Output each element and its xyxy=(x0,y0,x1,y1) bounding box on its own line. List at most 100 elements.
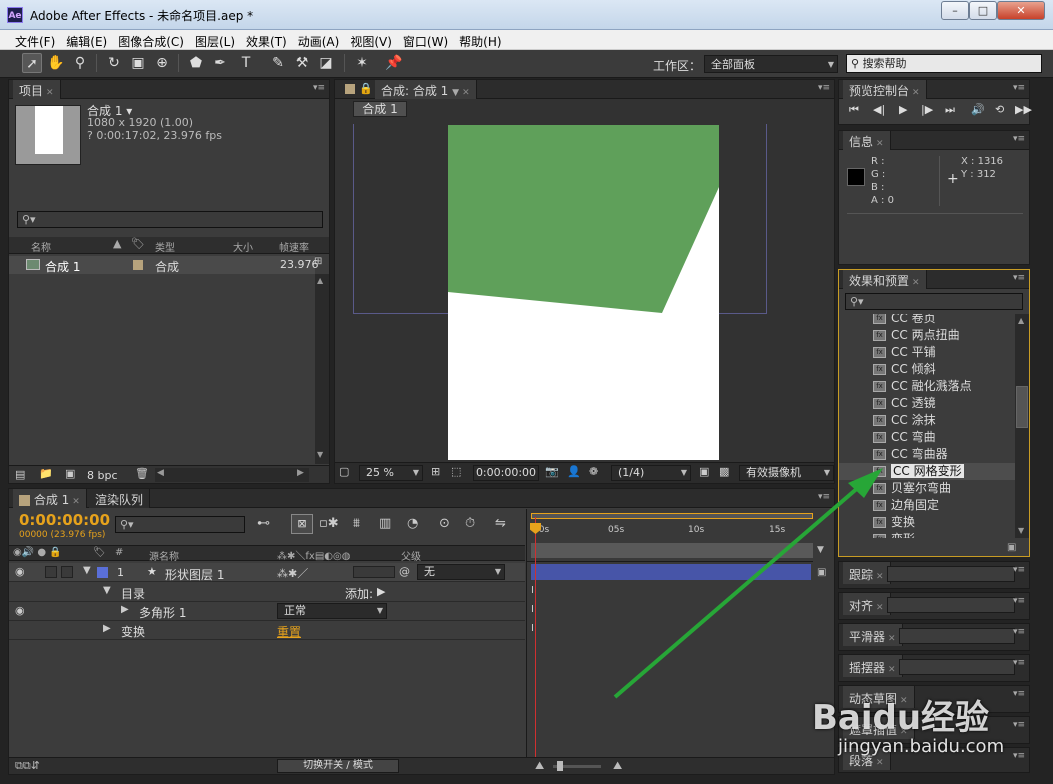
tab-project[interactable]: 项目 ✕ xyxy=(13,80,61,99)
solo-checkbox[interactable] xyxy=(45,566,57,578)
channel-icon[interactable]: ❁ xyxy=(589,465,598,478)
layer-switches-toggle-icon[interactable]: ⧉⧉⇵ xyxy=(15,759,40,773)
time-navigator[interactable] xyxy=(531,543,813,558)
tab-composition[interactable]: 合成: 合成 1 ▼ ✕ xyxy=(375,80,477,99)
brainstorm-icon[interactable]: ◔ xyxy=(407,516,418,531)
list-item[interactable]: fx CC 涂抹 xyxy=(839,412,1025,429)
safe-zones-icon[interactable]: ⊞ xyxy=(431,465,440,478)
panel-menu-icon[interactable]: ▾≡ xyxy=(313,83,325,93)
panel-menu-icon[interactable]: ▾≡ xyxy=(1013,134,1025,144)
new-preset-icon[interactable]: ▣ xyxy=(1007,542,1016,553)
maximize-button[interactable]: □ xyxy=(969,1,997,20)
comp-canvas[interactable] xyxy=(448,125,719,460)
list-item[interactable]: fx CC 卷页 xyxy=(839,314,1025,327)
scroll-down-icon[interactable]: ▼ xyxy=(317,450,323,459)
menu-file[interactable]: 文件(F) xyxy=(10,30,61,50)
brush-tool-icon[interactable]: ✎ xyxy=(268,53,288,73)
panel-menu-icon[interactable]: ▾≡ xyxy=(818,83,830,93)
list-item[interactable]: fx CC 弯曲 xyxy=(839,429,1025,446)
column-source-name[interactable]: 源名称 xyxy=(149,548,179,563)
resolution-dropdown[interactable]: (1/4) ▼ xyxy=(611,465,691,481)
panel-menu-icon[interactable]: ▾≡ xyxy=(1013,658,1025,668)
column-type[interactable]: 类型 xyxy=(155,239,175,254)
comp-timecode[interactable]: 0:00:00:00 xyxy=(473,465,539,481)
scrollbar-thumb[interactable] xyxy=(1016,386,1028,428)
lock-checkbox[interactable] xyxy=(61,566,73,578)
playhead-line[interactable] xyxy=(535,517,536,763)
shy-layers-icon[interactable]: ▫✱ xyxy=(319,516,339,531)
minimize-button[interactable]: – xyxy=(941,1,969,20)
mask-visibility-icon[interactable]: ⬚ xyxy=(451,465,461,478)
panel-menu-icon[interactable]: ▾≡ xyxy=(1013,751,1025,761)
trash-icon[interactable]: 🗑 xyxy=(135,467,149,480)
tab-smoother[interactable]: 平滑器 ✕ xyxy=(843,624,903,646)
chevron-down-icon[interactable]: ▼ xyxy=(452,88,459,98)
menu-edit[interactable]: 编辑(E) xyxy=(61,30,113,50)
toggle-switches-modes-button[interactable]: 切换开关 / 模式 xyxy=(277,759,399,773)
scroll-down-icon[interactable]: ▼ xyxy=(1018,526,1024,535)
list-item[interactable]: fx 变形 xyxy=(839,531,1025,538)
close-icon[interactable]: ✕ xyxy=(876,139,884,149)
project-search-input[interactable]: ⚲▾ xyxy=(17,211,323,228)
project-item-row[interactable]: 合成 1 合成 23.976 xyxy=(9,256,319,274)
new-comp-icon[interactable]: ▣ xyxy=(65,467,75,480)
tab-preview[interactable]: 预览控制台 ✕ xyxy=(843,80,927,99)
close-icon[interactable]: ✕ xyxy=(72,497,80,507)
close-button[interactable]: ✕ xyxy=(997,1,1045,20)
close-icon[interactable]: ✕ xyxy=(888,665,896,675)
zoom-tool-icon[interactable]: ⚲ xyxy=(70,53,90,73)
play-icon[interactable]: ▶ xyxy=(899,103,907,116)
help-search-input[interactable]: ⚲ 搜索帮助 xyxy=(846,54,1042,73)
close-icon[interactable]: ✕ xyxy=(876,572,884,582)
list-item[interactable]: fx 边角固定 xyxy=(839,497,1025,514)
lock-icon[interactable]: 🔒 xyxy=(359,82,373,95)
panel-menu-icon[interactable]: ▾≡ xyxy=(1013,720,1025,730)
menu-layer[interactable]: 图层(L) xyxy=(190,30,241,50)
menu-window[interactable]: 窗口(W) xyxy=(398,30,454,50)
graph-editor-icon[interactable]: ⊙ xyxy=(439,516,450,531)
eye-icon[interactable]: ◉ xyxy=(15,604,25,617)
menu-effect[interactable]: 效果(T) xyxy=(241,30,293,50)
scroll-up-icon[interactable]: ▲ xyxy=(317,276,323,285)
effects-search-input[interactable]: ⚲▾ xyxy=(845,293,1023,310)
new-folder-icon[interactable]: 📁 xyxy=(39,467,53,480)
draft-3d-icon[interactable]: ⊠ xyxy=(291,514,313,534)
layer-row[interactable]: ◉ ▼ 1 ★ 形状图层 1 ⁂✱／ @ 无 ▼ xyxy=(9,563,525,582)
list-item[interactable]: fx 变换 xyxy=(839,514,1025,531)
show-snapshot-icon[interactable]: 👤 xyxy=(567,465,581,478)
graph-toggle-icon[interactable]: ⇋ xyxy=(495,516,506,531)
camera-dropdown[interactable]: 有效摄像机 ▼ xyxy=(739,465,834,481)
pen-tool-icon[interactable]: ✒ xyxy=(210,53,230,73)
always-preview-icon[interactable]: ▢ xyxy=(339,465,349,478)
close-icon[interactable]: ✕ xyxy=(888,634,896,644)
snapshot-icon[interactable]: 📷 xyxy=(545,465,559,478)
expand-arrow-icon[interactable]: ▼ xyxy=(103,585,111,596)
puppet-tool-icon[interactable]: 📌 xyxy=(384,53,404,73)
clone-stamp-tool-icon[interactable]: ⚒ xyxy=(292,53,312,73)
roto-brush-tool-icon[interactable]: ✶ xyxy=(352,53,372,73)
project-h-scrollbar[interactable]: ◀ ▶ xyxy=(155,468,309,482)
pan-behind-tool-icon[interactable]: ⊕ xyxy=(152,53,172,73)
scroll-right-icon[interactable]: ▶ xyxy=(297,468,304,478)
list-item[interactable]: fx 贝塞尔弯曲 xyxy=(839,480,1025,497)
parent-pickwhip-icon[interactable]: @ xyxy=(399,565,410,578)
panel-menu-icon[interactable]: ▾≡ xyxy=(1013,596,1025,606)
reset-link[interactable]: 重置 xyxy=(277,623,301,640)
workspace-dropdown[interactable]: 全部面板 ▼ xyxy=(704,55,838,73)
column-name[interactable]: 名称 xyxy=(31,239,51,254)
layer-duration-bar[interactable] xyxy=(531,564,811,580)
audio-icon[interactable]: 🔊 xyxy=(971,103,985,116)
menu-help[interactable]: 帮助(H) xyxy=(454,30,507,50)
layer-label-color[interactable] xyxy=(97,567,108,578)
panel-menu-icon[interactable]: ▾≡ xyxy=(1013,627,1025,637)
list-item[interactable]: fx CC 倾斜 xyxy=(839,361,1025,378)
add-menu-icon[interactable]: ▶ xyxy=(377,585,385,598)
panel-menu-icon[interactable]: ▾≡ xyxy=(1013,83,1025,93)
close-icon[interactable]: ✕ xyxy=(912,278,920,288)
close-icon[interactable]: ✕ xyxy=(462,88,470,98)
comp-mini-flowchart-icon[interactable]: ⊷ xyxy=(257,516,270,531)
close-icon[interactable]: ✕ xyxy=(912,88,920,98)
panel-menu-icon[interactable]: ▾≡ xyxy=(1013,689,1025,699)
hand-tool-icon[interactable]: ✋ xyxy=(46,53,66,73)
expand-arrow-icon[interactable]: ▶ xyxy=(121,604,129,615)
